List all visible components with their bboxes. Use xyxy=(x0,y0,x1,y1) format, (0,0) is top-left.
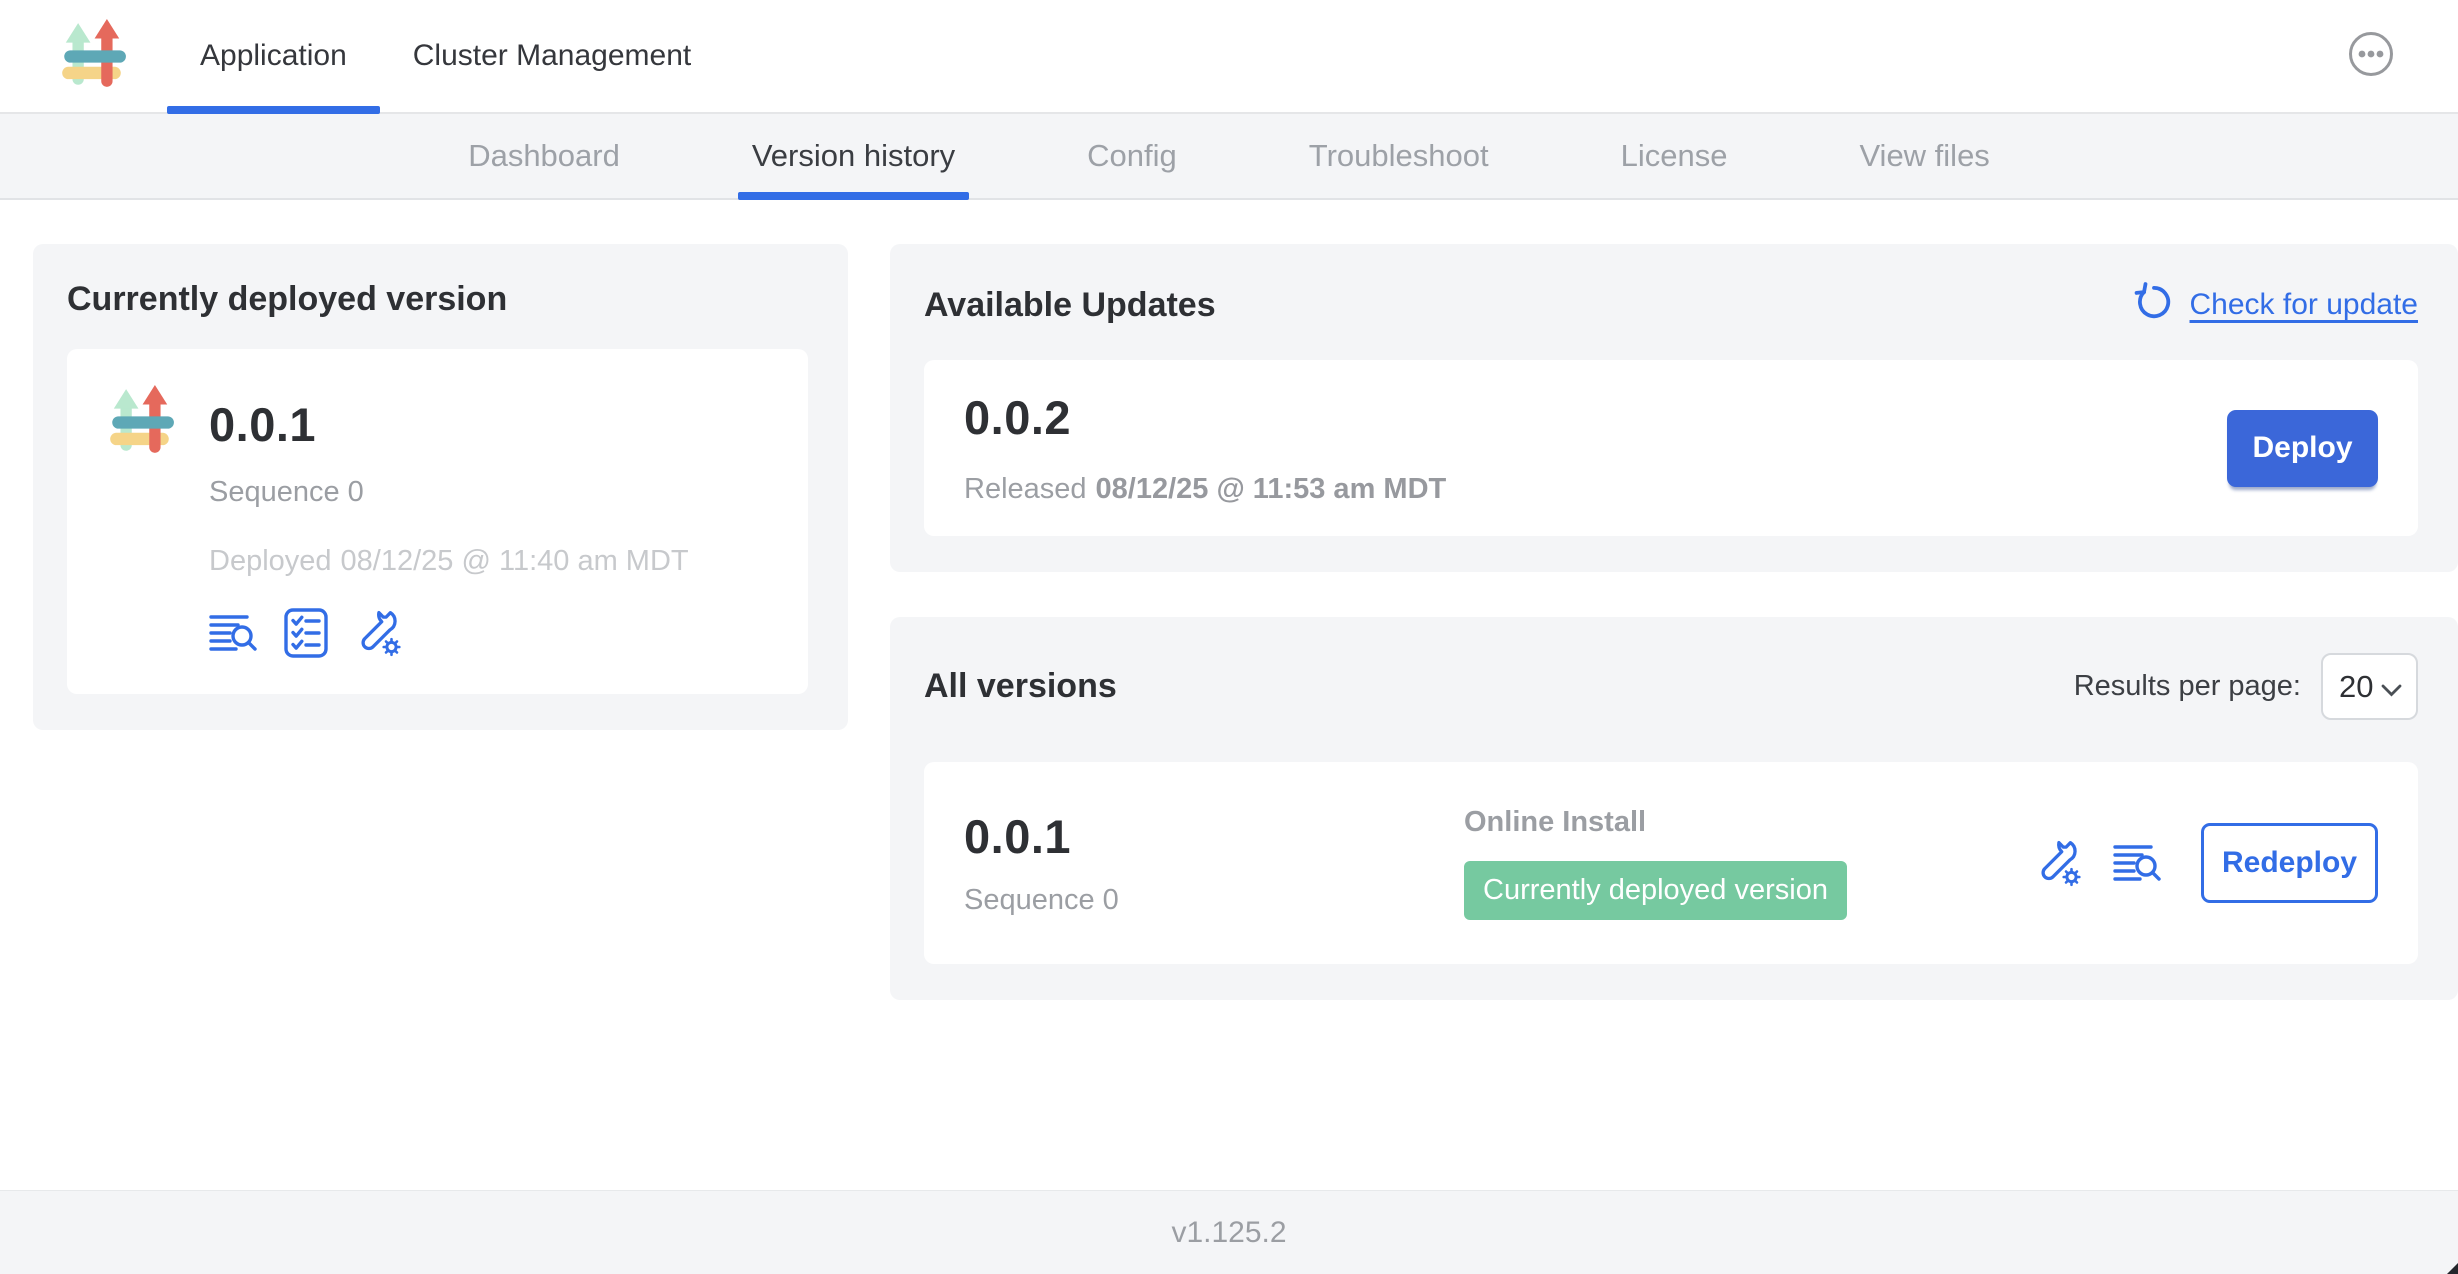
deployed-timestamp-value: 08/12/25 @ 11:40 am MDT xyxy=(341,545,689,577)
results-per-page: Results per page: 20 xyxy=(2074,653,2418,720)
released-timestamp-value: 08/12/25 @ 11:53 am MDT xyxy=(1096,473,1447,505)
available-update-card: 0.0.2 Released 08/12/25 @ 11:53 am MDT De… xyxy=(924,360,2418,536)
view-logs-icon[interactable] xyxy=(2113,840,2163,886)
tab-dashboard[interactable]: Dashboard xyxy=(454,114,634,198)
edit-config-wrench-gear-icon[interactable] xyxy=(2033,838,2083,888)
currently-deployed-panel: Currently deployed version 0.0 xyxy=(33,244,848,730)
app-sub-nav: Dashboard Version history Config Trouble… xyxy=(0,114,2458,200)
install-type-label: Online Install xyxy=(1464,806,2033,839)
version-row: 0.0.1 Sequence 0 Online Install Currentl… xyxy=(924,762,2418,964)
released-timestamp: Released 08/12/25 @ 11:53 am MDT xyxy=(964,473,1446,506)
top-tab-cluster-management-label: Cluster Management xyxy=(413,39,691,73)
tab-troubleshoot[interactable]: Troubleshoot xyxy=(1295,114,1503,198)
top-tab-application[interactable]: Application xyxy=(167,0,380,112)
console-version-label: v1.125.2 xyxy=(1171,1216,1286,1250)
preflight-checklist-icon[interactable] xyxy=(283,608,329,658)
deployed-version-number: 0.0.1 xyxy=(209,397,689,452)
view-logs-icon[interactable] xyxy=(209,610,259,656)
released-timestamp-prefix: Released xyxy=(964,473,1087,505)
all-versions-title: All versions xyxy=(924,667,1117,706)
edit-config-wrench-gear-icon[interactable] xyxy=(353,608,403,658)
deployed-sequence: Sequence 0 xyxy=(209,476,689,509)
tab-version-history-label: Version history xyxy=(752,138,955,174)
tab-version-history[interactable]: Version history xyxy=(738,114,969,198)
available-update-info: 0.0.2 Released 08/12/25 @ 11:53 am MDT xyxy=(964,390,1446,506)
version-row-number: 0.0.1 xyxy=(964,809,1464,864)
version-row-status: Online Install Currently deployed versio… xyxy=(1464,806,2033,920)
tab-view-files-label: View files xyxy=(1859,138,1989,174)
results-per-page-select[interactable]: 20 xyxy=(2321,653,2418,720)
available-updates-title: Available Updates xyxy=(924,286,1216,325)
screen-corner-artifact xyxy=(2447,1263,2458,1274)
overflow-menu-button[interactable] xyxy=(2346,31,2396,81)
console-footer: v1.125.2 xyxy=(0,1190,2458,1274)
deployed-timestamp-prefix: Deployed xyxy=(209,545,332,577)
available-updates-panel: Available Updates Check for update 0.0.2 xyxy=(890,244,2458,572)
app-logo-icon xyxy=(55,19,129,93)
refresh-icon xyxy=(2133,280,2175,330)
top-bar: Application Cluster Management xyxy=(0,0,2458,114)
deployed-timestamp: Deployed 08/12/25 @ 11:40 am MDT xyxy=(209,545,689,578)
results-per-page-label: Results per page: xyxy=(2074,670,2301,703)
top-tab-cluster-management[interactable]: Cluster Management xyxy=(380,0,724,112)
tab-dashboard-label: Dashboard xyxy=(468,138,620,174)
tab-troubleshoot-label: Troubleshoot xyxy=(1309,138,1489,174)
redeploy-button[interactable]: Redeploy xyxy=(2201,823,2378,903)
check-for-update-label: Check for update xyxy=(2190,288,2418,322)
deploy-button[interactable]: Deploy xyxy=(2227,410,2378,487)
deployed-version-info: 0.0.1 Sequence 0 Deployed 08/12/25 @ 11:4… xyxy=(209,385,689,658)
version-row-sequence: Sequence 0 xyxy=(964,884,1464,917)
tab-view-files[interactable]: View files xyxy=(1845,114,2003,198)
tab-config-label: Config xyxy=(1087,138,1177,174)
status-badge: Currently deployed version xyxy=(1464,861,1847,920)
results-per-page-value: 20 xyxy=(2339,669,2373,705)
currently-deployed-title: Currently deployed version xyxy=(67,280,808,319)
version-row-actions: Redeploy xyxy=(2033,823,2378,903)
tab-license-label: License xyxy=(1621,138,1728,174)
version-row-info: 0.0.1 Sequence 0 xyxy=(964,809,1464,917)
tab-config[interactable]: Config xyxy=(1073,114,1191,198)
main-content: Currently deployed version 0.0 xyxy=(0,200,2458,1000)
check-for-update-link[interactable]: Check for update xyxy=(2133,280,2418,330)
app-logo-icon xyxy=(103,385,177,459)
right-column: Available Updates Check for update 0.0.2 xyxy=(890,244,2458,1000)
ellipsis-circle-icon xyxy=(2347,30,2395,83)
top-tab-application-label: Application xyxy=(200,39,347,73)
deployed-version-actions xyxy=(209,608,689,658)
chevron-down-icon xyxy=(2381,669,2402,705)
all-versions-panel: All versions Results per page: 20 xyxy=(890,617,2458,1000)
tab-license[interactable]: License xyxy=(1607,114,1742,198)
update-version-number: 0.0.2 xyxy=(964,390,1446,445)
deployed-version-card: 0.0.1 Sequence 0 Deployed 08/12/25 @ 11:4… xyxy=(67,349,808,694)
